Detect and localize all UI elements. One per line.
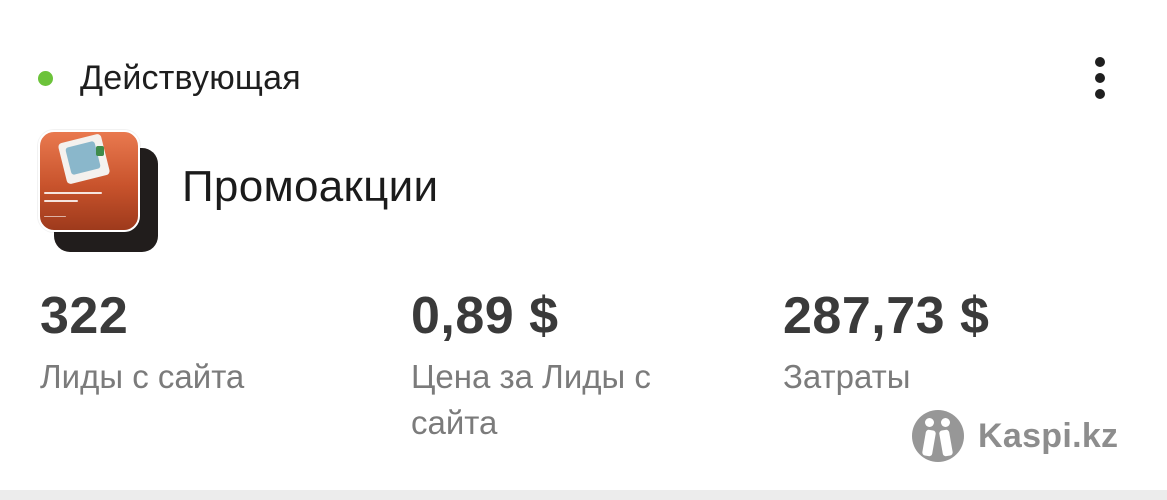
ad-creative-thumbnail[interactable] [38,130,160,254]
logo-figure-head [941,418,950,427]
more-vertical-icon-dot [1095,73,1105,83]
metric-label: Затраты [783,358,911,395]
kaspi-logo-icon [912,410,964,462]
logo-figure-body [938,429,954,457]
metric-leads: 322 Лиды с сайта [40,290,244,400]
thumbnail-caption-line [44,192,102,194]
logo-figure-body [921,429,937,457]
status-row: Действующая [38,55,301,101]
thumbnail-image [38,130,140,232]
metric-value: 287,73 $ [783,287,990,345]
watermark-text: Kaspi.kz [978,416,1119,455]
more-options-button[interactable] [1082,54,1118,102]
metric-spend: 287,73 $ Затраты [783,290,989,400]
thumbnail-caption-line [44,200,78,202]
metric-cost-per-lead: 0,89 $ Цена за Лиды с сайта [411,290,711,446]
campaign-card[interactable]: Действующая Промоакции 322 Лиды с сайта … [0,0,1167,490]
status-label: Действующая [80,58,301,97]
metric-label: Лиды с сайта [40,358,245,395]
metric-label: Цена за Лиды с сайта [411,358,651,441]
thumbnail-caption-line [44,216,66,217]
thumbnail-product-accent [96,146,104,156]
kaspi-watermark: Kaspi.kz [912,410,1118,462]
logo-figure-head [925,418,934,427]
more-vertical-icon-dot [1095,89,1105,99]
metric-value: 322 [40,287,129,345]
more-vertical-icon [1095,57,1105,67]
campaign-title: Промоакции [182,162,439,211]
status-dot-icon [38,70,53,86]
metric-value: 0,89 $ [411,287,559,345]
